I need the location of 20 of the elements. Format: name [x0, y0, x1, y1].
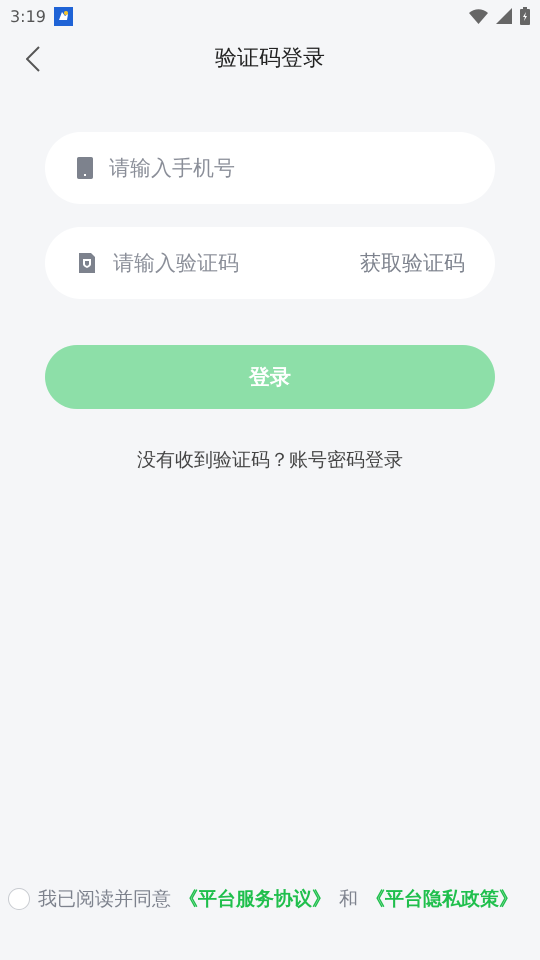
agreement-checkbox[interactable] [8, 888, 30, 910]
conjunction-text: 和 [339, 887, 358, 912]
back-icon [26, 46, 40, 72]
phone-icon [77, 157, 93, 179]
status-time: 3:19 [10, 6, 46, 26]
phone-field[interactable]: 请输入手机号 [45, 132, 495, 204]
password-login-link[interactable]: 没有收到验证码？账号密码登录 [131, 446, 409, 474]
page-title: 验证码登录 [215, 45, 325, 73]
signal-icon [496, 8, 512, 24]
battery-icon [520, 7, 530, 25]
agreement-text: 我已阅读并同意 [38, 887, 171, 912]
app-notification-icon [54, 6, 73, 26]
code-input[interactable]: 请输入验证码 [111, 250, 346, 276]
shield-icon [77, 253, 97, 273]
terms-link[interactable]: 《平台服务协议》 [179, 886, 331, 912]
privacy-link[interactable]: 《平台隐私政策》 [366, 886, 518, 912]
wifi-icon [469, 8, 488, 24]
get-code-button[interactable]: 获取验证码 [360, 249, 465, 277]
phone-input[interactable]: 请输入手机号 [107, 155, 465, 181]
code-field[interactable]: 请输入验证码 获取验证码 [45, 227, 495, 299]
